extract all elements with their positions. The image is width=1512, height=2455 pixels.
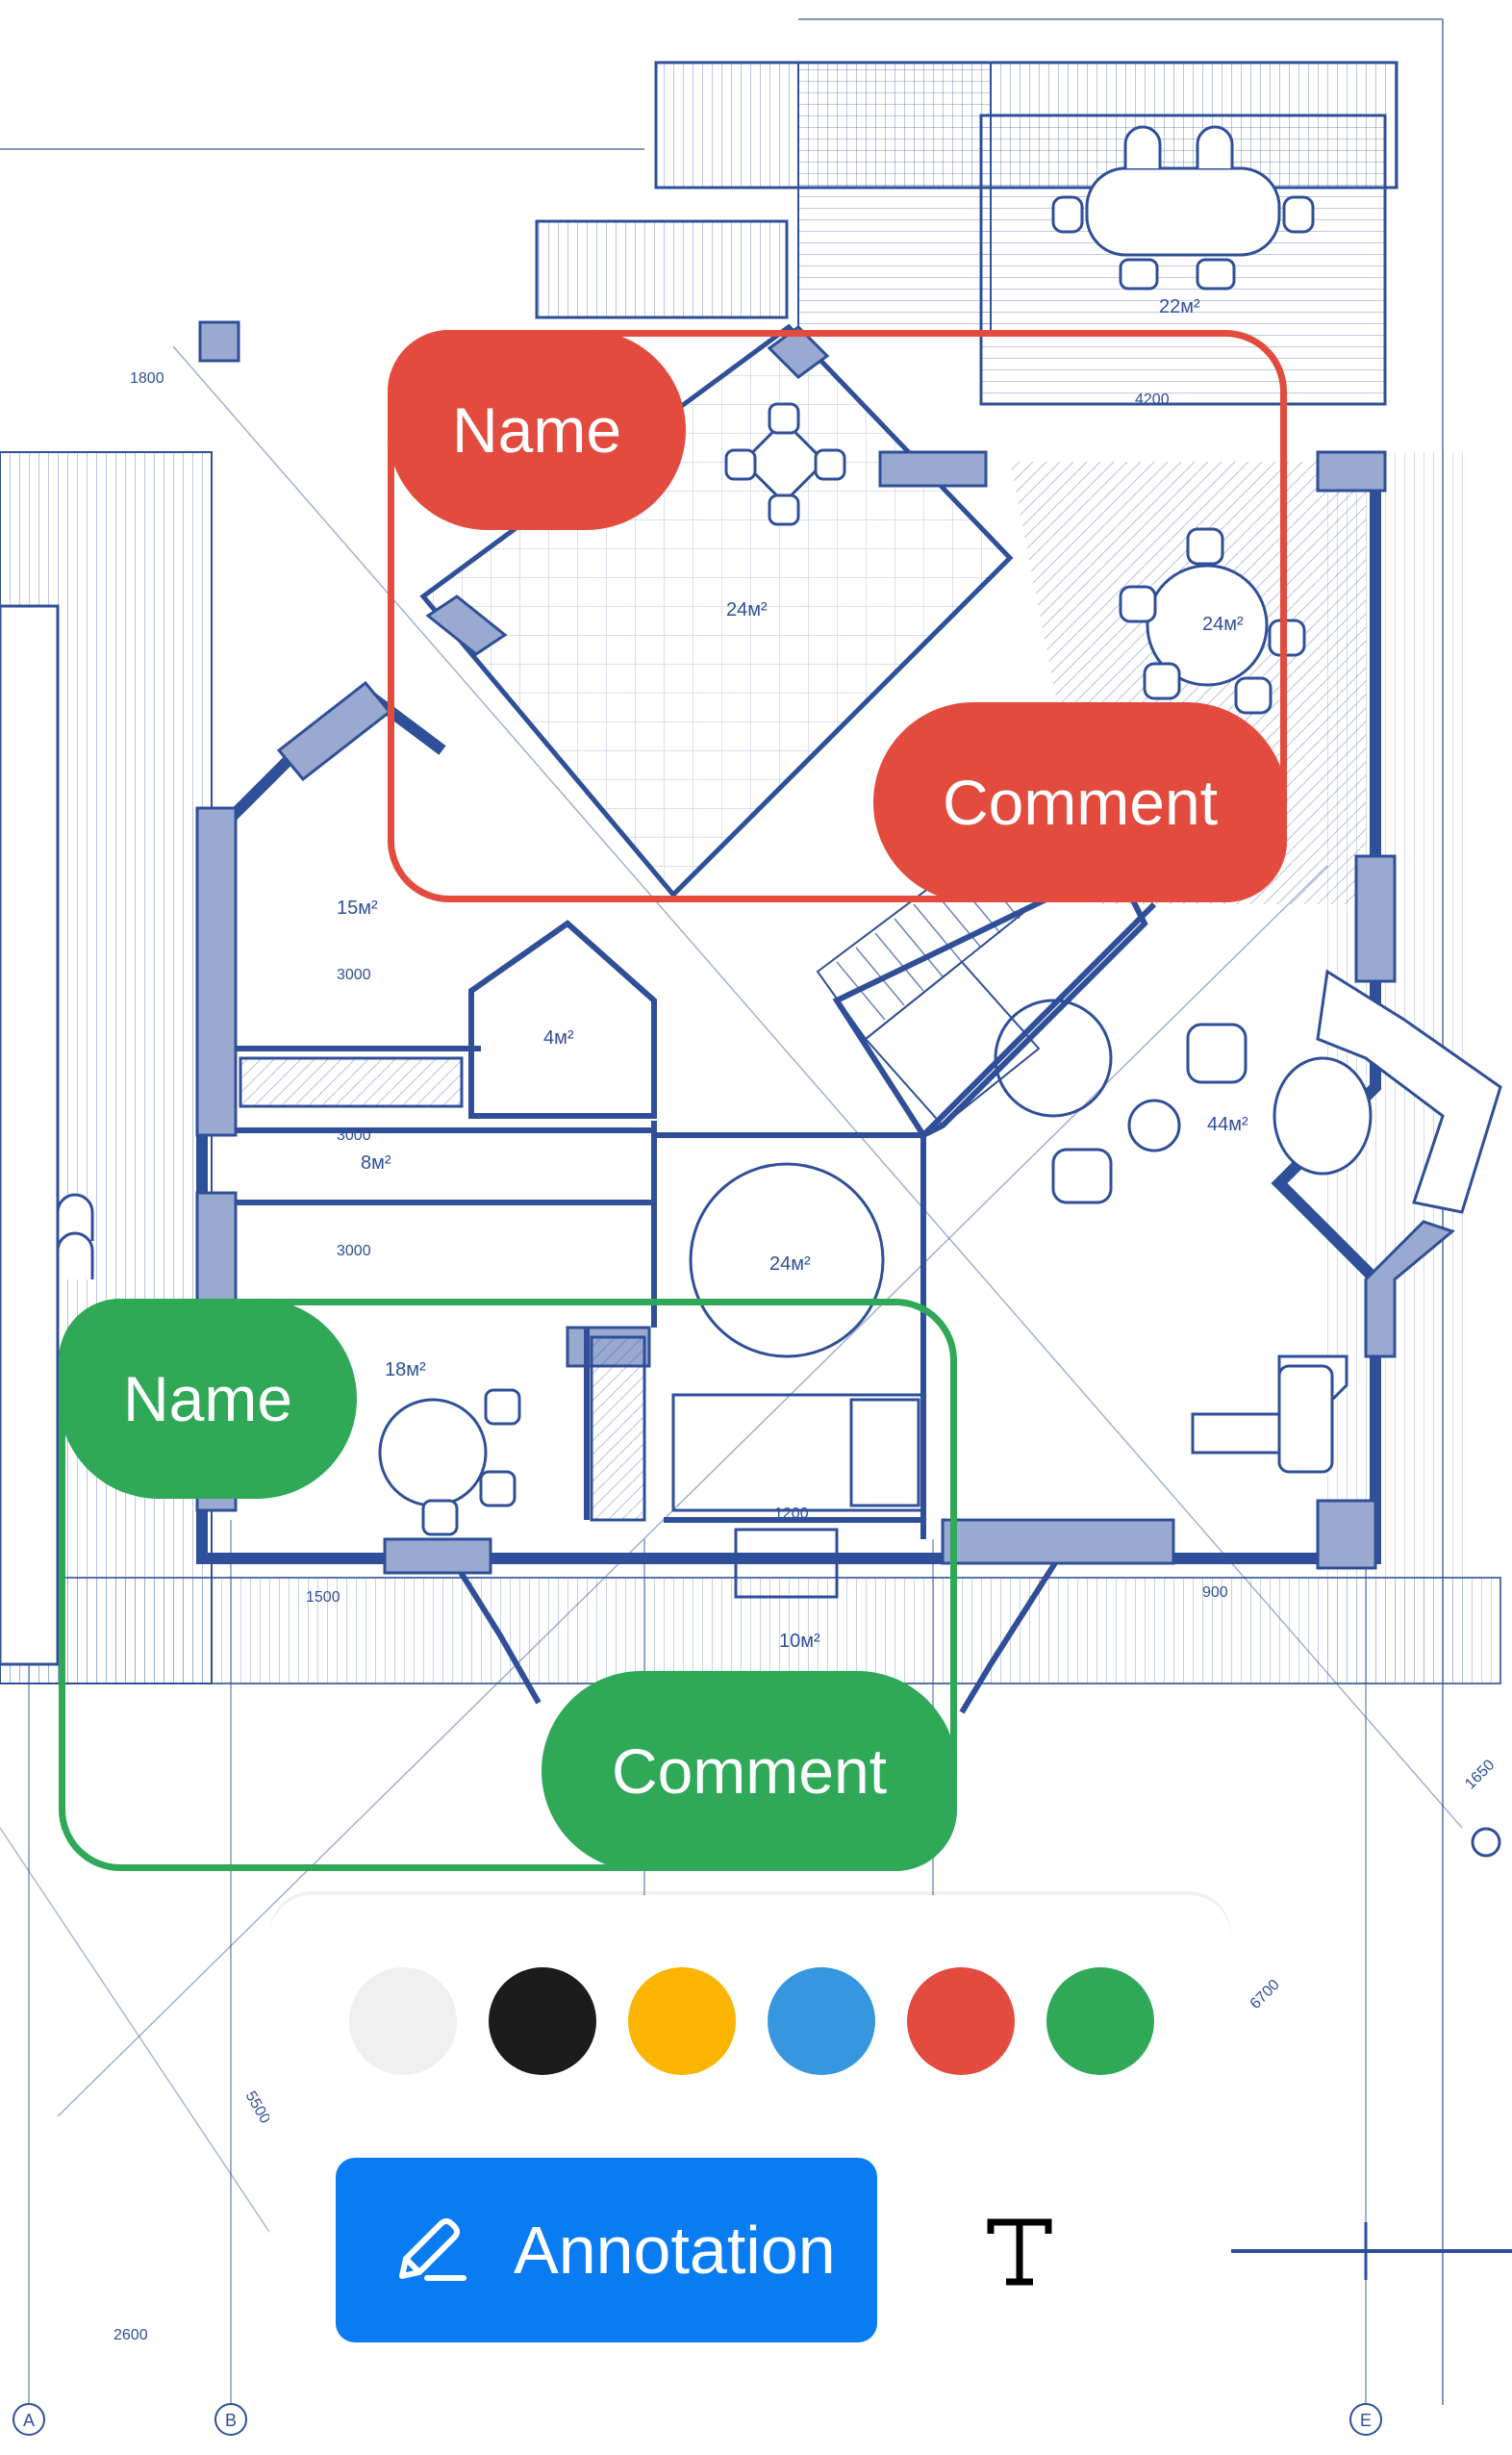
annotation-comment-tag-green[interactable]: Comment xyxy=(542,1671,957,1871)
dim-2600: 2600 xyxy=(113,2327,148,2343)
color-swatch-blue[interactable] xyxy=(768,1967,875,2075)
label-center-room: 24м² xyxy=(769,1253,811,1275)
dim-1650: 1650 xyxy=(1462,1757,1498,1792)
dim-6700: 6700 xyxy=(1247,1977,1283,2012)
text-tool-button[interactable] xyxy=(967,2198,1072,2304)
annotation-name-tag-red[interactable]: Name xyxy=(388,330,686,530)
dim-3000c: 3000 xyxy=(337,1243,371,1259)
axis-label-a: A xyxy=(23,2411,35,2430)
dim-1800: 1800 xyxy=(130,370,164,387)
annotation-comment-label: Comment xyxy=(611,1735,888,1807)
annotation-name-tag-green[interactable]: Name xyxy=(59,1299,357,1499)
annotation-toolbar: Annotation xyxy=(269,1895,1231,2455)
axis-label-e: E xyxy=(1360,2411,1372,2430)
dim-3000a: 3000 xyxy=(337,967,371,983)
color-swatch-red[interactable] xyxy=(907,1967,1015,2075)
dim-3000b: 3000 xyxy=(337,1127,371,1144)
color-swatch-black[interactable] xyxy=(489,1967,596,2075)
annotation-name-label: Name xyxy=(451,394,622,466)
text-tool-icon xyxy=(987,2218,1052,2286)
label-room-4: 4м² xyxy=(543,1027,574,1049)
color-palette xyxy=(349,1967,1154,2075)
color-swatch-white[interactable] xyxy=(349,1967,457,2075)
annotation-button-label: Annotation xyxy=(514,2213,836,2288)
label-living: 44м² xyxy=(1207,1114,1248,1135)
annotation-comment-tag-red[interactable]: Comment xyxy=(873,702,1287,902)
color-swatch-green[interactable] xyxy=(1046,1967,1154,2075)
annotation-comment-label: Comment xyxy=(942,767,1219,838)
axis-label-b: B xyxy=(225,2411,237,2430)
color-swatch-yellow[interactable] xyxy=(628,1967,736,2075)
annotation-canvas[interactable]: 22м² 24м² 24м² 15м² 4м² 8м² 24м² 44м² 18… xyxy=(0,0,1512,2455)
label-room-15: 15м² xyxy=(337,898,378,919)
annotation-button[interactable]: Annotation xyxy=(336,2158,877,2342)
label-room-8: 8м² xyxy=(361,1152,391,1174)
label-terrace: 22м² xyxy=(1159,296,1200,317)
pencil-icon xyxy=(399,2218,466,2281)
dim-900: 900 xyxy=(1202,1584,1228,1601)
annotation-name-label: Name xyxy=(122,1363,293,1434)
